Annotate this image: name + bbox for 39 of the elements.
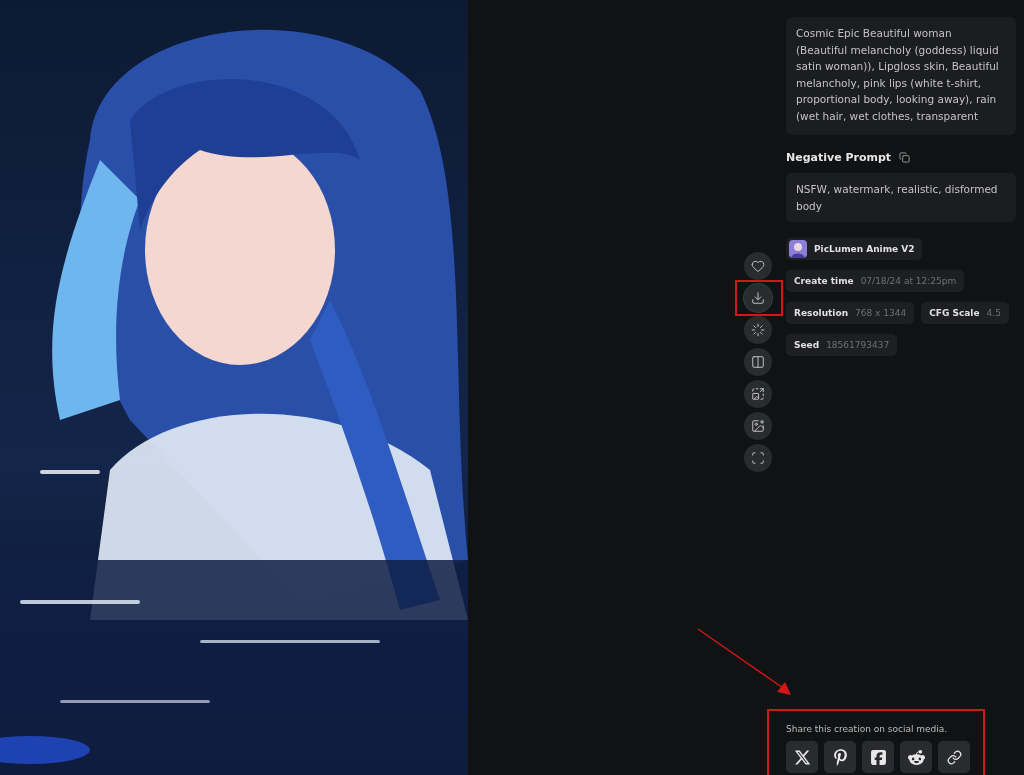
detail-label: CFG Scale xyxy=(929,308,980,318)
focus-button[interactable] xyxy=(744,444,772,472)
columns-icon xyxy=(751,355,765,369)
share-facebook-button[interactable] xyxy=(862,741,894,773)
share-pinterest-button[interactable] xyxy=(824,741,856,773)
like-button[interactable] xyxy=(744,252,772,280)
download-icon xyxy=(751,291,765,305)
scan-icon xyxy=(751,451,765,465)
share-reddit-button[interactable] xyxy=(900,741,932,773)
negative-prompt-label: Negative Prompt xyxy=(786,151,892,164)
image-expand-icon xyxy=(751,387,765,401)
avatar-icon xyxy=(789,240,807,258)
download-button[interactable] xyxy=(744,284,772,312)
upscale-button[interactable] xyxy=(744,380,772,408)
dotted-circle-icon xyxy=(751,323,765,337)
share-x-button[interactable] xyxy=(786,741,818,773)
detail-value: 18561793437 xyxy=(826,340,890,350)
heart-icon xyxy=(751,259,765,273)
share-title: Share this creation on social media. xyxy=(786,724,949,734)
detail-value: 07/18/24 at 12:25pm xyxy=(860,276,957,286)
image-plus-icon xyxy=(751,419,765,433)
edit-button[interactable] xyxy=(744,412,772,440)
compare-button[interactable] xyxy=(744,348,772,376)
detail-value: 4.5 xyxy=(986,308,1001,318)
x-logo-icon xyxy=(793,748,811,766)
prompt-text: Cosmic Epic Beautiful woman (Beautiful melancholy (goddess) liquid satin woman)), Lipgloss skin, Beautiful melancholy, pink lips (white t-shirt, proportional body, looking away), rain (wet hair, wet clothes, transparent xyxy=(786,17,1016,135)
detail-value: 768 x 1344 xyxy=(855,308,907,318)
reddit-logo-icon xyxy=(907,748,925,766)
share-link-button[interactable] xyxy=(938,741,970,773)
negative-prompt-text: NSFW, watermark, realistic, disformed body xyxy=(786,173,1016,222)
detail-label: Create time xyxy=(794,276,854,286)
facebook-logo-icon xyxy=(869,748,887,766)
link-icon xyxy=(946,749,962,765)
detail-label: Resolution xyxy=(794,308,849,318)
pinterest-logo-icon xyxy=(831,748,849,766)
copy-icon[interactable] xyxy=(899,152,911,163)
variation-button[interactable] xyxy=(744,316,772,344)
model-name: PicLumen Anime V2 xyxy=(814,244,915,254)
detail-label: Seed xyxy=(794,340,820,350)
